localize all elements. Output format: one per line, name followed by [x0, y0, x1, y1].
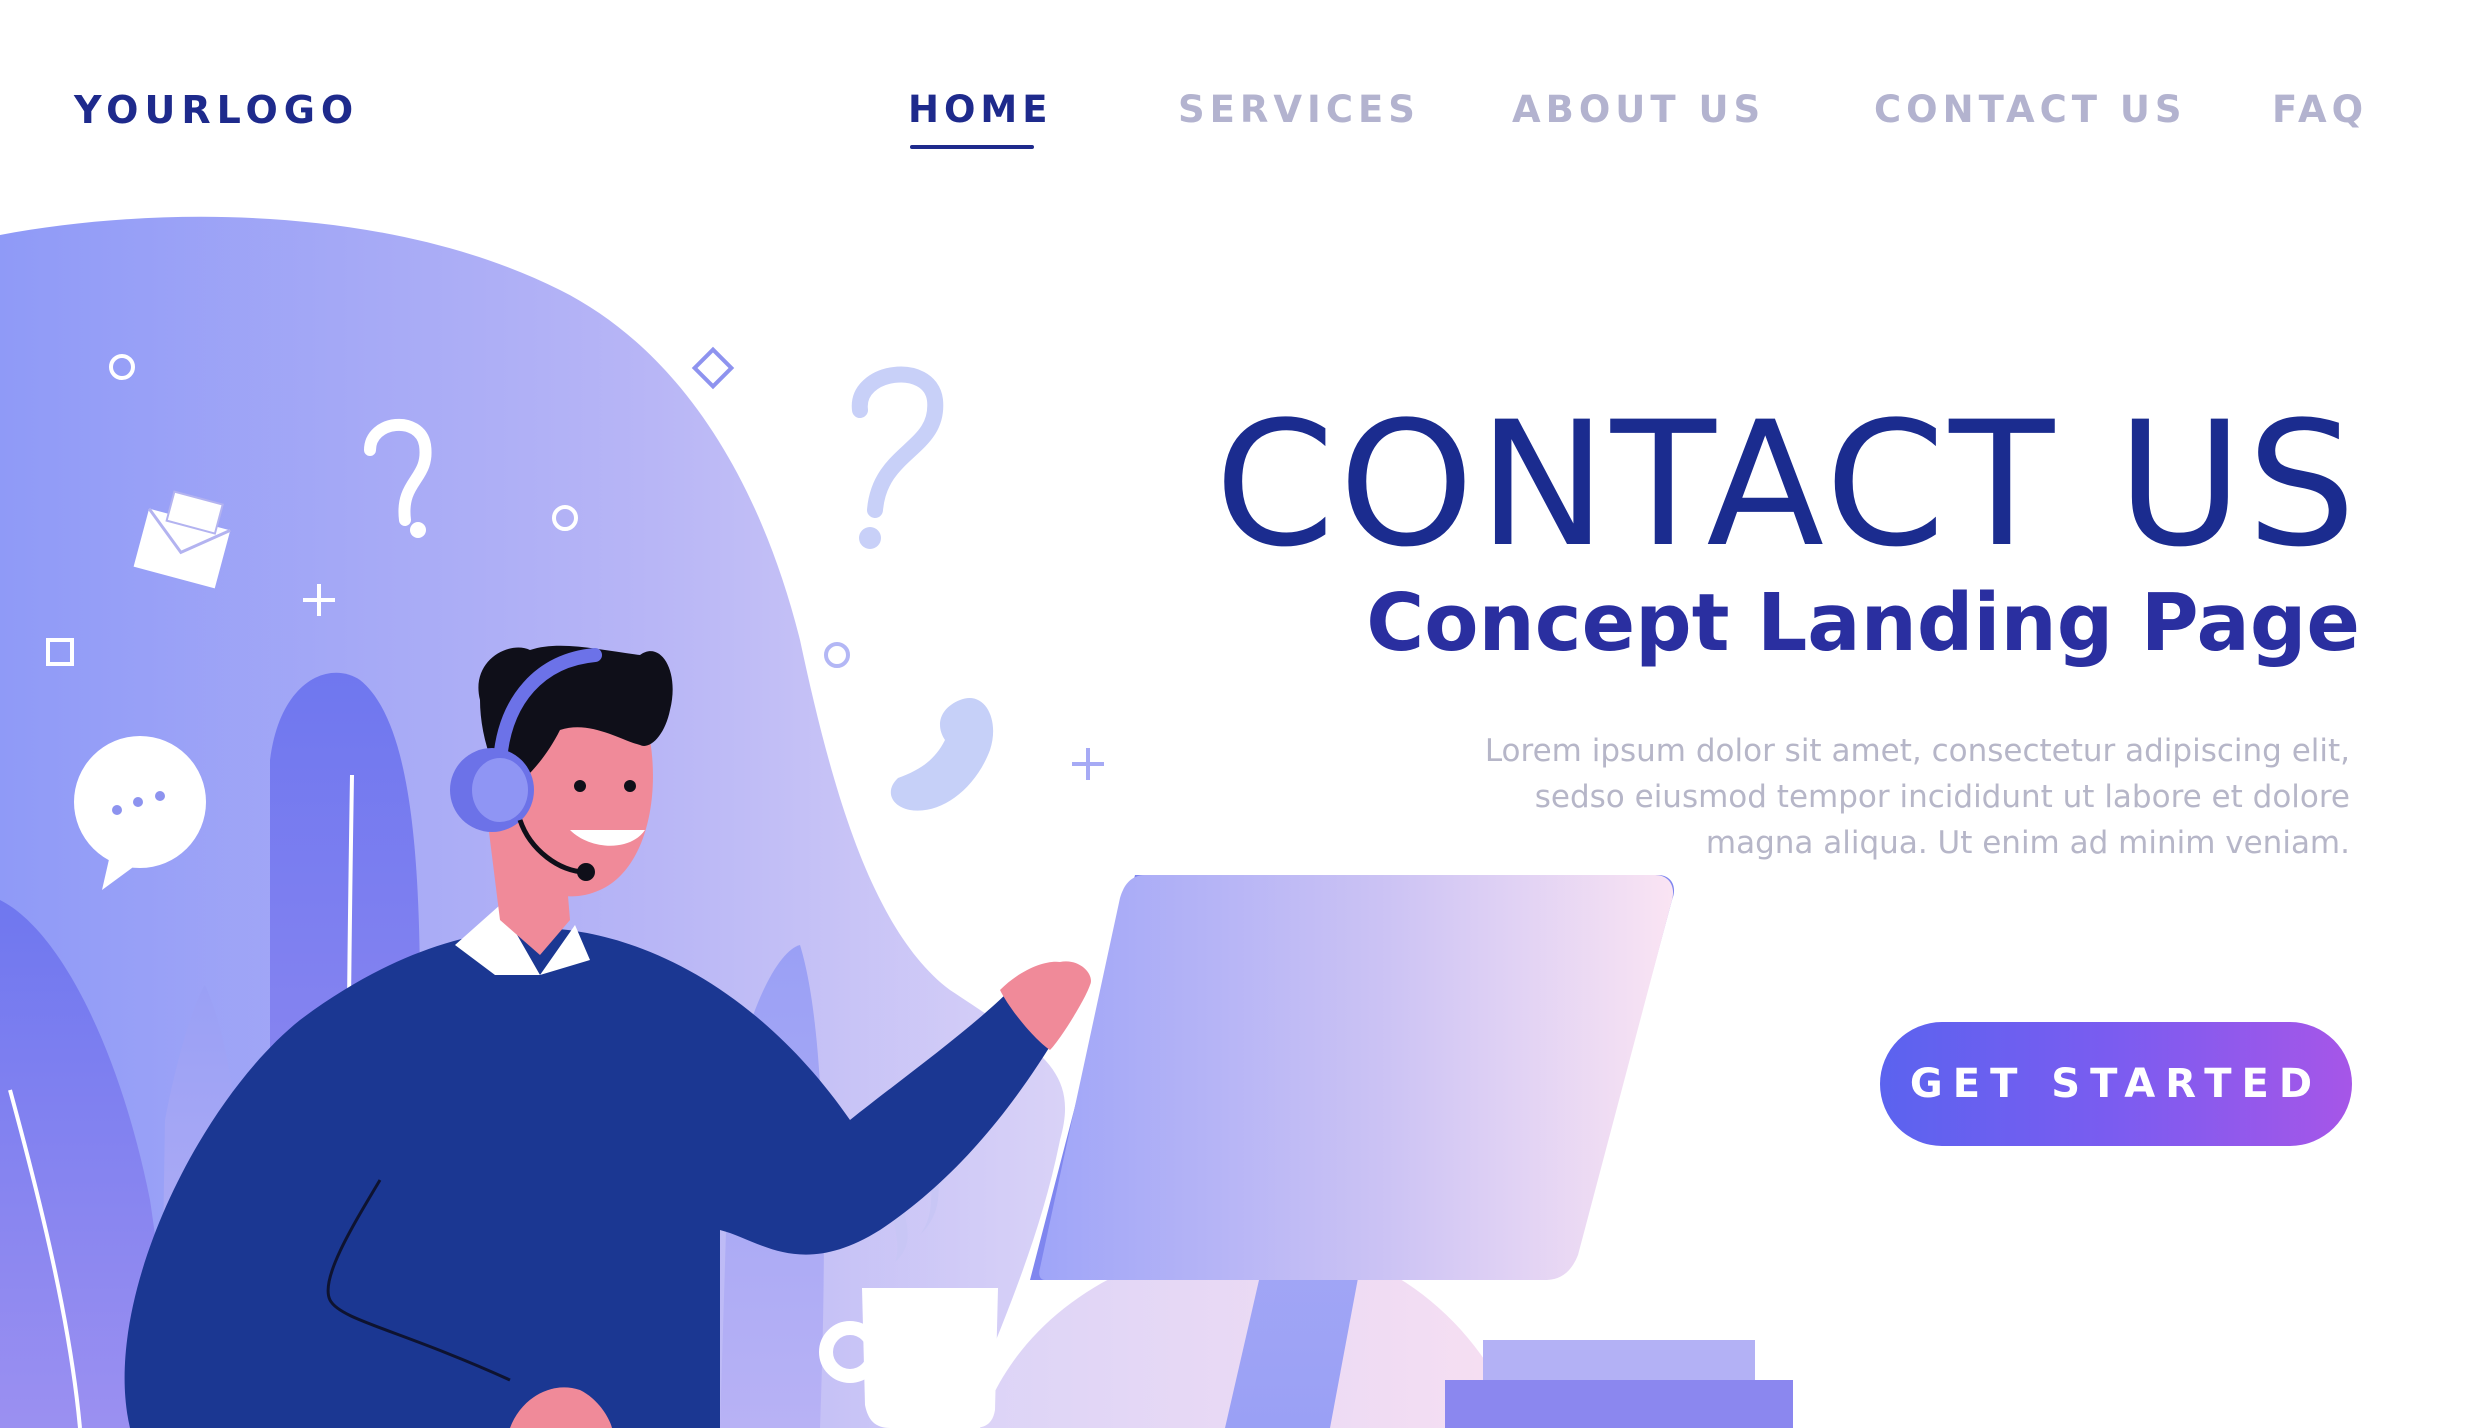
question-mark-icon — [851, 366, 944, 549]
hero-description-line: sedso eiusmod tempor incididunt ut labor… — [1534, 779, 2350, 815]
hero-illustration — [0, 216, 1793, 1428]
hero-subtitle: Concept Landing Page — [1366, 577, 2360, 669]
hero-description-line: Lorem ipsum dolor sit amet, consectetur … — [1484, 733, 2350, 769]
get-started-button[interactable]: GET STARTED — [1880, 1022, 2352, 1146]
phone-icon — [890, 698, 994, 811]
hero-title: CONTACT US — [1214, 384, 2360, 585]
hero-description-line: magna aliqua. Ut enim ad minim veniam. — [1705, 825, 2350, 861]
hero-description: Lorem ipsum dolor sit amet, consectetur … — [1440, 728, 2350, 866]
